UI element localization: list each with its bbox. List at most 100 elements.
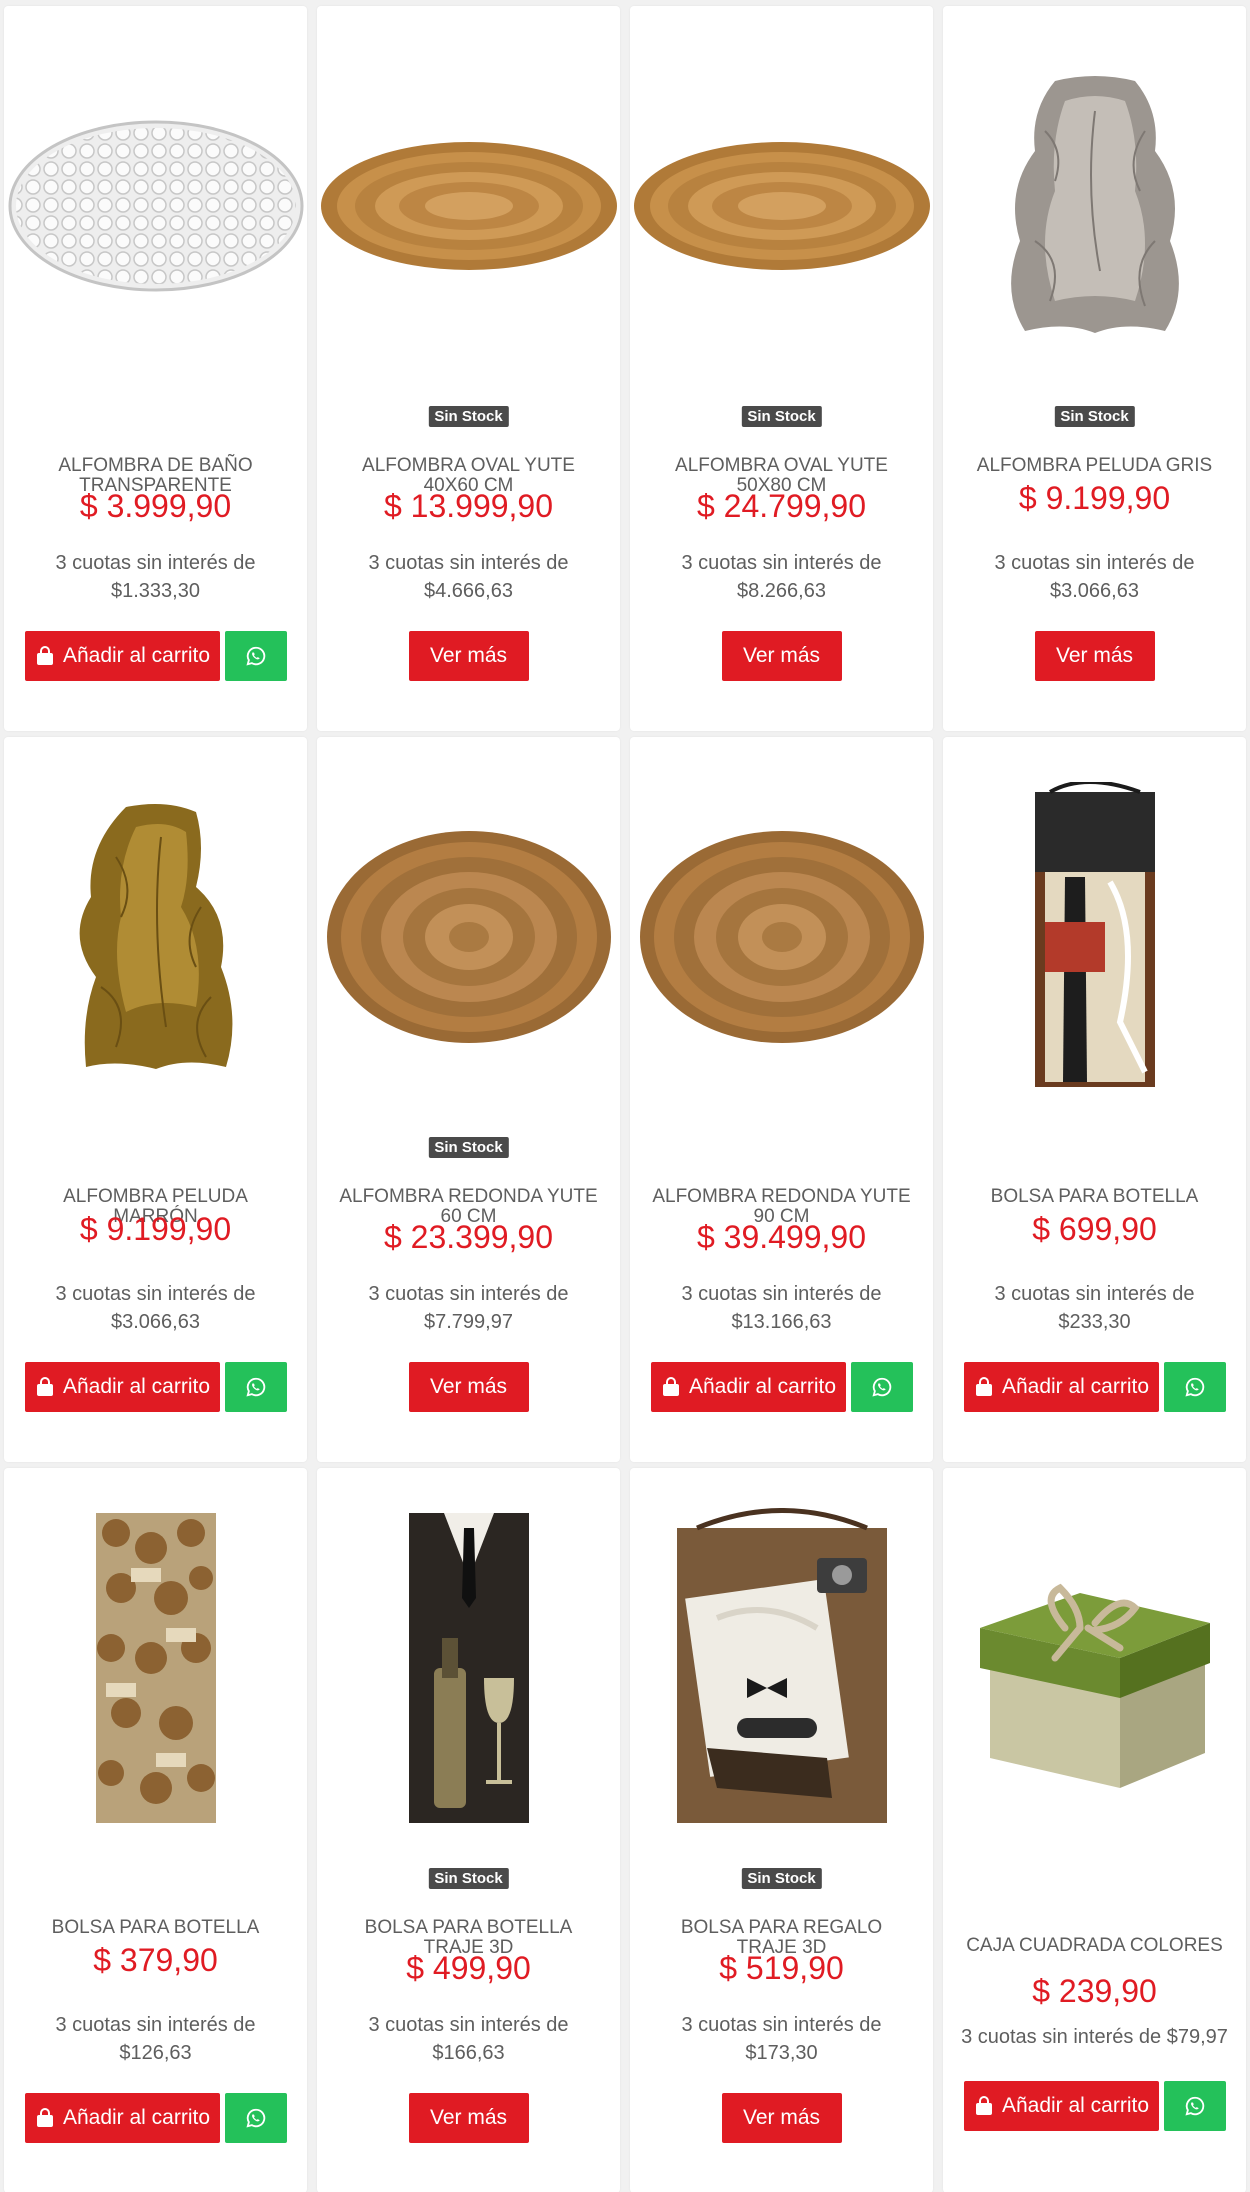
product-card: Sin Stock BOLSA PARA BOTELLA TRAJE 3D $ 49… (317, 1468, 620, 2192)
add-to-cart-button[interactable]: Añadir al carrito (964, 1362, 1159, 1412)
see-more-button[interactable]: Ver más (1034, 631, 1155, 681)
add-to-cart-button[interactable]: Añadir al carrito (25, 1362, 220, 1412)
add-to-cart-label: Añadir al carrito (62, 644, 211, 667)
add-to-cart-label: Añadir al carrito (62, 2106, 211, 2129)
shopping-bag-icon (35, 2108, 55, 2128)
whatsapp-button[interactable] (225, 2093, 287, 2143)
installments-prefix: 3 cuotas sin interés de (368, 552, 569, 574)
see-more-label: Ver más (1055, 644, 1134, 667)
see-more-label: Ver más (742, 2106, 821, 2129)
see-more-button[interactable]: Ver más (721, 631, 842, 681)
installments-prefix: 3 cuotas sin interés de (368, 2014, 569, 2036)
out-of-stock-badge: Sin Stock (428, 1137, 509, 1158)
shopping-bag-icon (35, 646, 55, 666)
product-image[interactable] (317, 1468, 620, 1868)
product-price: $ 39.499,90 (696, 1219, 867, 1255)
installment-amount: $1.333,30 (111, 580, 200, 602)
add-to-cart-button[interactable]: Añadir al carrito (651, 1362, 846, 1412)
product-image[interactable] (630, 1468, 933, 1868)
installment-amount: $79,97 (1166, 2026, 1228, 2048)
product-price: $ 499,90 (406, 1950, 531, 1986)
whatsapp-icon (871, 1376, 893, 1398)
add-to-cart-button[interactable]: Añadir al carrito (25, 2093, 220, 2143)
product-image[interactable] (4, 737, 307, 1137)
installments-prefix: 3 cuotas sin interés de (681, 2014, 882, 2036)
installment-amount: $3.066,63 (1050, 580, 1139, 602)
whatsapp-icon (245, 645, 267, 667)
installment-amount: $233,30 (1058, 1311, 1131, 1333)
whatsapp-button[interactable] (225, 1362, 287, 1412)
product-price: $ 9.199,90 (1018, 480, 1171, 516)
product-price: $ 9.199,90 (79, 1211, 232, 1247)
whatsapp-icon (245, 1376, 267, 1398)
product-image[interactable] (943, 1468, 1246, 1868)
add-to-cart-button[interactable]: Añadir al carrito (964, 2081, 1159, 2131)
see-more-button[interactable]: Ver más (408, 2093, 529, 2143)
installments-prefix: 3 cuotas sin interés de (681, 552, 882, 574)
product-price: $ 3.999,90 (79, 488, 232, 524)
whatsapp-button[interactable] (1164, 1362, 1226, 1412)
installments-text: 3 cuotas sin interés de $3.066,63 (953, 549, 1236, 605)
installments-text: 3 cuotas sin interés de $1.333,30 (14, 549, 297, 605)
product-name[interactable]: BOLSA PARA BOTELLA (24, 1918, 287, 1938)
product-name[interactable]: CAJA CUADRADA COLORES (963, 1936, 1226, 1956)
product-name[interactable]: ALFOMBRA PELUDA GRIS (963, 456, 1226, 476)
whatsapp-button[interactable] (225, 631, 287, 681)
installment-amount: $4.666,63 (424, 580, 513, 602)
installment-amount: $13.166,63 (731, 1311, 832, 1333)
whatsapp-button[interactable] (1164, 2081, 1226, 2131)
see-more-button[interactable]: Ver más (408, 631, 529, 681)
installments-prefix: 3 cuotas sin interés de (368, 1283, 569, 1305)
product-card: ALFOMBRA PELUDA MARRÓN $ 9.199,90 3 cuotas… (4, 737, 307, 1462)
product-card: Sin Stock ALFOMBRA OVAL YUTE 40X60 CM $ 13… (317, 6, 620, 731)
add-to-cart-label: Añadir al carrito (1001, 1375, 1150, 1398)
product-card: Sin Stock ALFOMBRA REDONDA YUTE 60 CM $ 23… (317, 737, 620, 1462)
product-price: $ 13.999,90 (383, 488, 554, 524)
installments-prefix: 3 cuotas sin interés de (994, 552, 1195, 574)
see-more-label: Ver más (742, 644, 821, 667)
installments-text: 3 cuotas sin interés de $13.166,63 (640, 1280, 923, 1336)
add-to-cart-label: Añadir al carrito (1001, 2094, 1150, 2117)
product-card: BOLSA PARA BOTELLA $ 699,90 3 cuotas sin i… (943, 737, 1246, 1462)
installments-text: 3 cuotas sin interés de $126,63 (14, 2011, 297, 2067)
product-card: Sin Stock BOLSA PARA REGALO TRAJE 3D $ 519… (630, 1468, 933, 2192)
product-price: $ 23.399,90 (383, 1219, 554, 1255)
installments-text: 3 cuotas sin interés de $3.066,63 (14, 1280, 297, 1336)
see-more-button[interactable]: Ver más (408, 1362, 529, 1412)
add-to-cart-button[interactable]: Añadir al carrito (25, 631, 220, 681)
out-of-stock-badge: Sin Stock (741, 1868, 822, 1889)
installments-text: 3 cuotas sin interés de $173,30 (640, 2011, 923, 2067)
product-image[interactable] (4, 6, 307, 406)
installments-prefix: 3 cuotas sin interés de (961, 2026, 1162, 2048)
product-image[interactable] (4, 1468, 307, 1868)
product-image[interactable] (630, 6, 933, 406)
whatsapp-button[interactable] (851, 1362, 913, 1412)
shopping-bag-icon (974, 2096, 994, 2116)
product-price: $ 519,90 (719, 1950, 844, 1986)
installments-text: 3 cuotas sin interés de $7.799,97 (327, 1280, 610, 1336)
installment-amount: $173,30 (745, 2042, 818, 2064)
product-name[interactable]: BOLSA PARA BOTELLA (963, 1187, 1226, 1207)
product-card: CAJA CUADRADA COLORES $ 239,90 3 cuotas si… (943, 1468, 1246, 2192)
installments-text: 3 cuotas sin interés de $79,97 (953, 2023, 1236, 2051)
see-more-button[interactable]: Ver más (721, 2093, 842, 2143)
add-to-cart-label: Añadir al carrito (62, 1375, 211, 1398)
product-image[interactable] (317, 737, 620, 1137)
whatsapp-icon (245, 2107, 267, 2129)
product-card: BOLSA PARA BOTELLA $ 379,90 3 cuotas sin i… (4, 1468, 307, 2192)
out-of-stock-badge: Sin Stock (741, 406, 822, 427)
installments-prefix: 3 cuotas sin interés de (994, 1283, 1195, 1305)
product-image[interactable] (943, 6, 1246, 406)
installments-prefix: 3 cuotas sin interés de (55, 1283, 256, 1305)
product-image[interactable] (317, 6, 620, 406)
product-image[interactable] (943, 737, 1246, 1137)
out-of-stock-badge: Sin Stock (428, 406, 509, 427)
product-card: Sin Stock ALFOMBRA PELUDA GRIS $ 9.199,90 3… (943, 6, 1246, 731)
installments-text: 3 cuotas sin interés de $4.666,63 (327, 549, 610, 605)
whatsapp-icon (1184, 1376, 1206, 1398)
product-image[interactable] (630, 737, 933, 1137)
product-card: ALFOMBRA REDONDA YUTE 90 CM $ 39.499,90 3 … (630, 737, 933, 1462)
shopping-bag-icon (974, 1377, 994, 1397)
product-card: ALFOMBRA DE BAÑO TRANSPARENTE $ 3.999,90 3… (4, 6, 307, 731)
out-of-stock-badge: Sin Stock (428, 1868, 509, 1889)
